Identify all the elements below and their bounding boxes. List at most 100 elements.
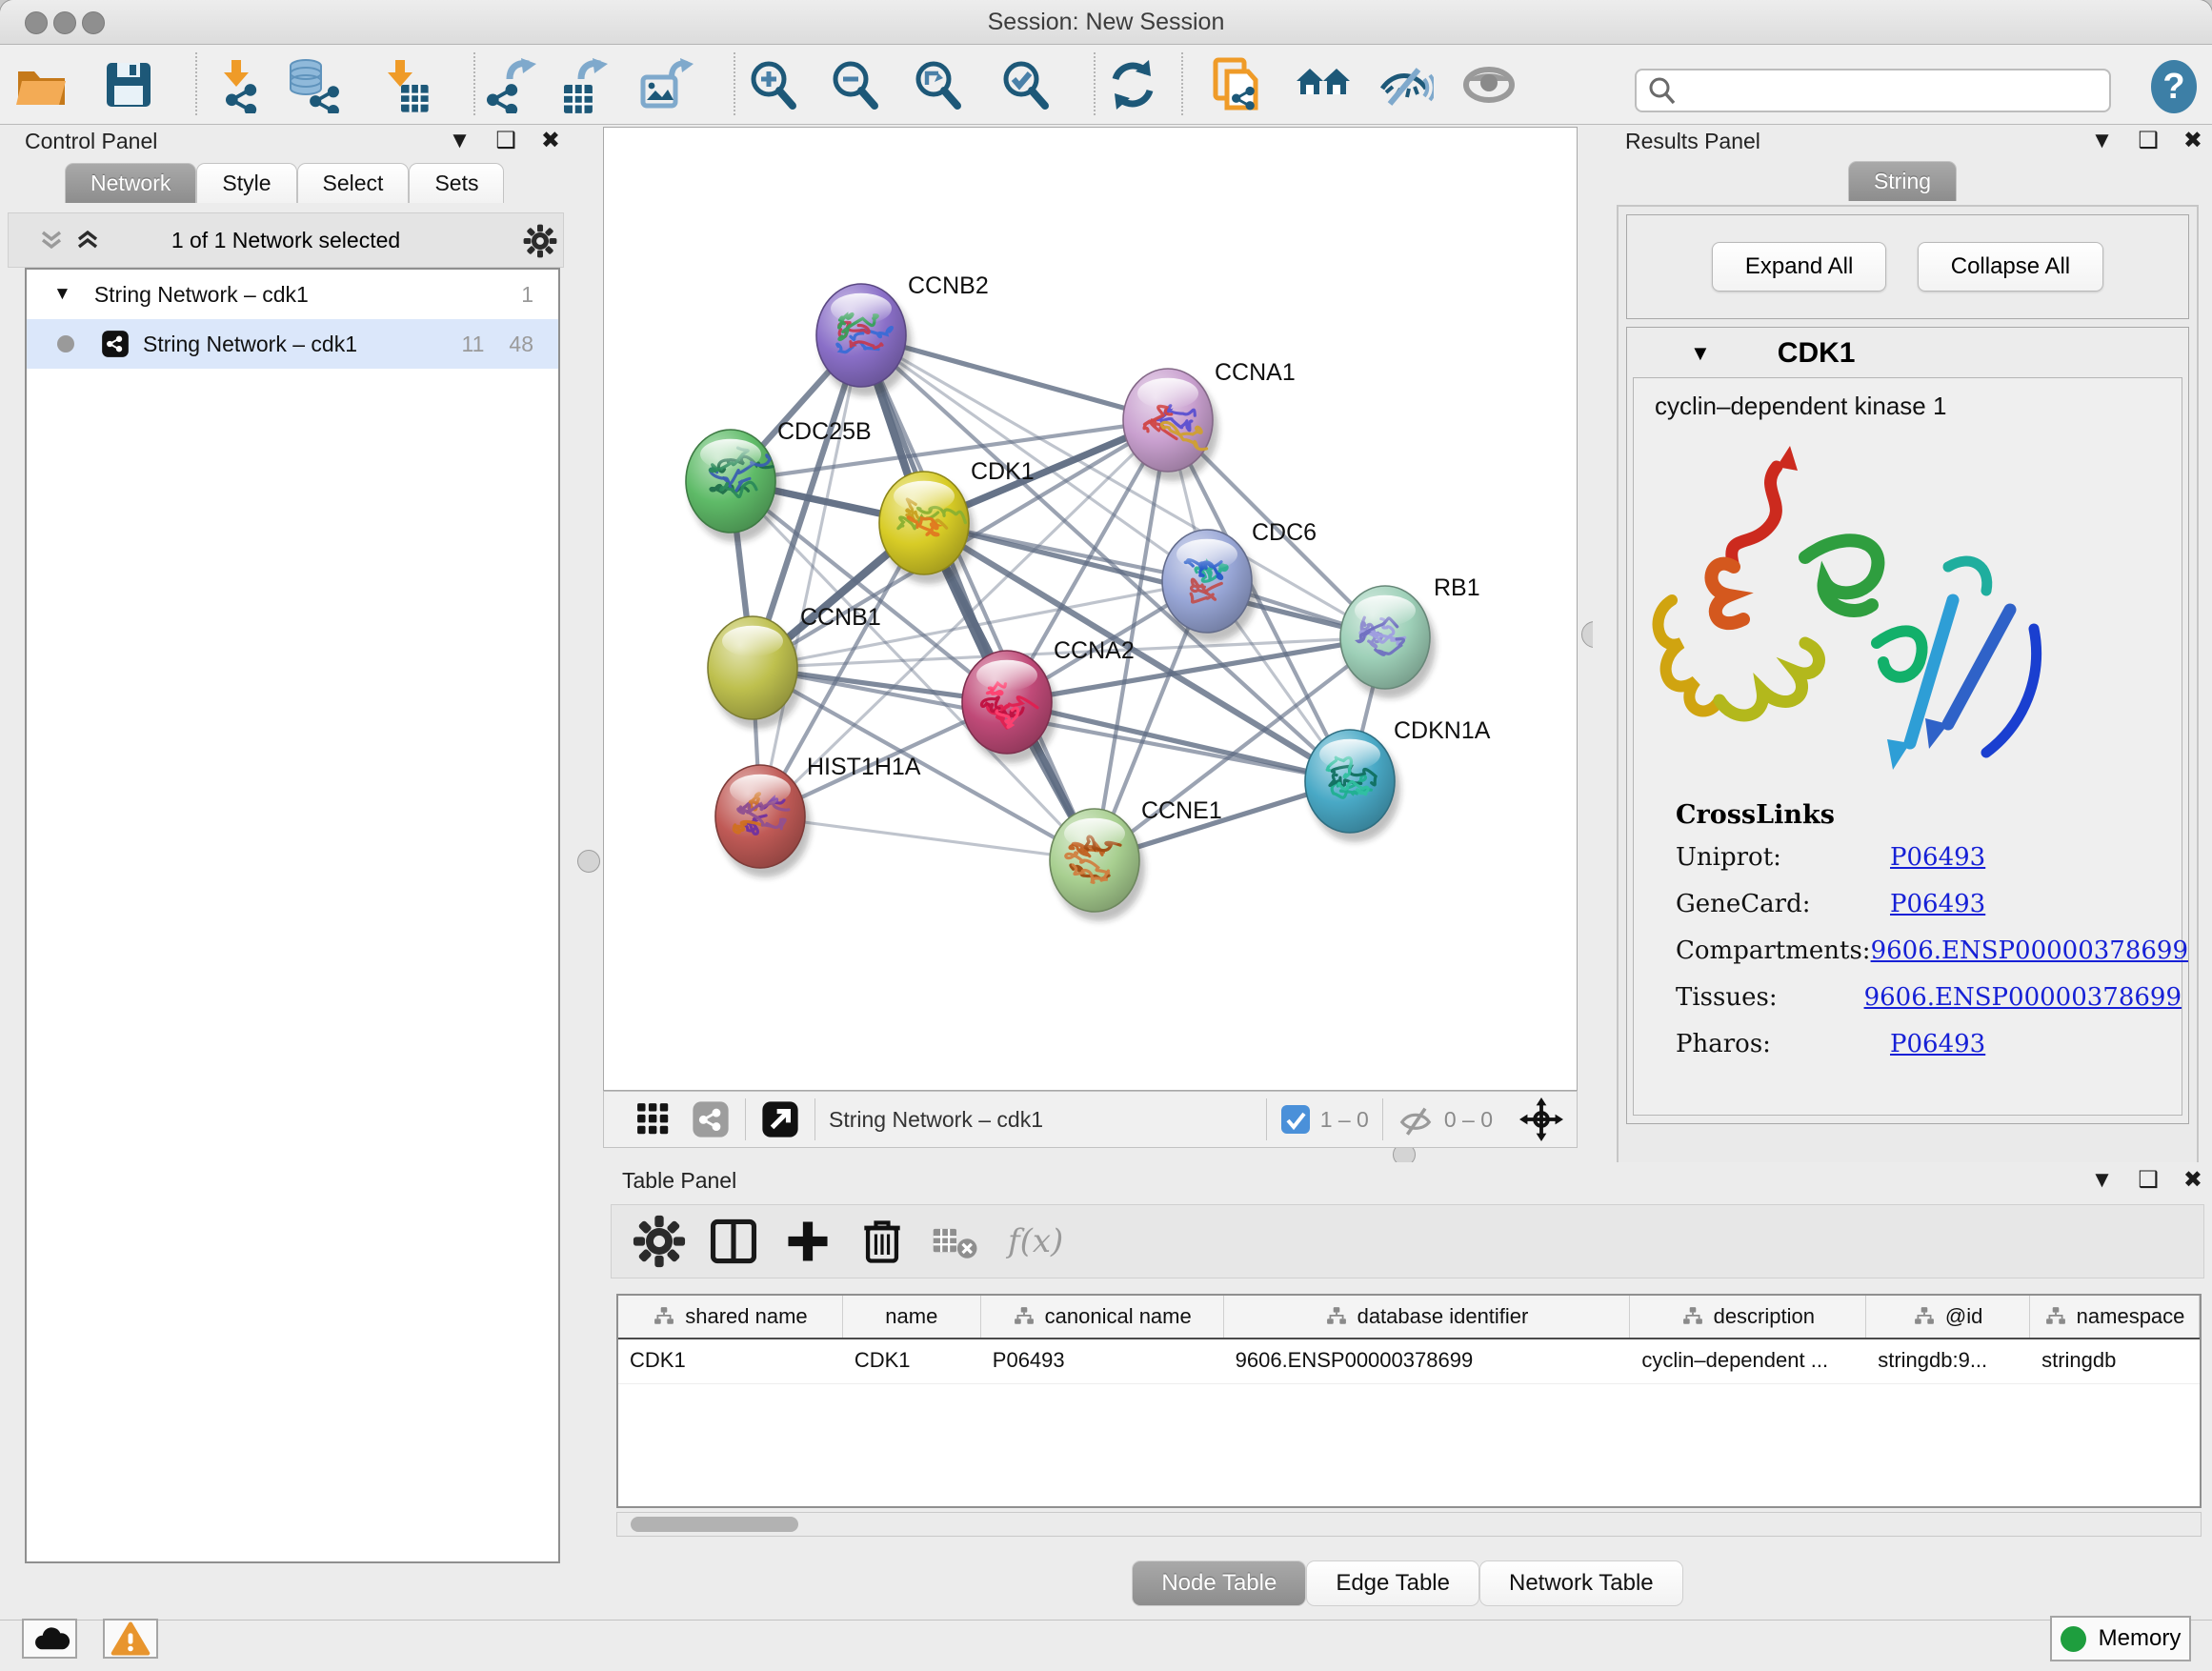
- table-cell[interactable]: cyclin–dependent ...: [1630, 1339, 1866, 1383]
- collapse-icon[interactable]: ▼: [2091, 128, 2114, 154]
- table-cell[interactable]: stringdb:9...: [1866, 1339, 2030, 1383]
- chevron-down-icon[interactable]: ▼: [53, 284, 71, 305]
- close-icon[interactable]: ✖: [541, 127, 560, 154]
- node-CDC25B[interactable]: [686, 430, 781, 542]
- share-network-icon[interactable]: [690, 1098, 732, 1140]
- column-header-database-identifier[interactable]: database identifier: [1224, 1296, 1631, 1338]
- node-CDKN1A[interactable]: [1305, 730, 1400, 842]
- network-selection-status: 1 of 1 Network selected: [9, 228, 563, 253]
- tab-network[interactable]: Network: [65, 163, 196, 203]
- import-network-database-icon[interactable]: [285, 56, 342, 113]
- zoom-fit-icon[interactable]: [910, 56, 967, 113]
- scrollbar-thumb[interactable]: [631, 1517, 798, 1532]
- crosslink-link[interactable]: P06493: [1890, 890, 1985, 918]
- import-network-icon[interactable]: [207, 56, 264, 113]
- add-column-icon[interactable]: [781, 1215, 835, 1268]
- network-tree: ▼String Network – cdk11String Network – …: [25, 268, 560, 1563]
- node-CDK1[interactable]: [879, 472, 975, 584]
- refresh-icon[interactable]: [1104, 56, 1161, 113]
- crosshair-icon[interactable]: [1519, 1097, 1563, 1141]
- hidden-eye-icon[interactable]: [1397, 1100, 1435, 1138]
- collapse-icon[interactable]: ▼: [449, 128, 472, 154]
- memory-label: Memory: [2099, 1625, 2182, 1652]
- gear-icon[interactable]: [633, 1215, 686, 1268]
- node-CCNB2[interactable]: [816, 284, 912, 396]
- column-header-description[interactable]: description: [1630, 1296, 1866, 1338]
- memory-status-dot: [2061, 1626, 2086, 1652]
- column-header-name[interactable]: name: [843, 1296, 981, 1338]
- network-tree-row[interactable]: ▼String Network – cdk11: [27, 270, 558, 319]
- zoom-in-icon[interactable]: [745, 56, 802, 113]
- float-icon[interactable]: ❑: [495, 127, 516, 154]
- control-splitter-handle[interactable]: [577, 850, 600, 873]
- node-CCNE1[interactable]: [1050, 809, 1145, 921]
- close-icon[interactable]: ✖: [2183, 127, 2202, 154]
- node-CCNA1[interactable]: [1123, 369, 1218, 481]
- crosslink-link[interactable]: 9606.ENSP00000378699: [1864, 983, 2182, 1012]
- tab-sets[interactable]: Sets: [409, 163, 504, 203]
- horizontal-scrollbar[interactable]: [616, 1512, 2202, 1537]
- crosslink-link[interactable]: P06493: [1890, 843, 1985, 872]
- tab-select[interactable]: Select: [297, 163, 410, 203]
- split-columns-icon[interactable]: [707, 1215, 760, 1268]
- table-cell[interactable]: stringdb: [2030, 1339, 2200, 1383]
- export-network-icon[interactable]: [483, 56, 540, 113]
- tab-string[interactable]: String: [1848, 161, 1957, 201]
- export-table-icon[interactable]: [554, 56, 612, 113]
- warning-icon[interactable]: [103, 1619, 158, 1659]
- help-icon[interactable]: ?: [2145, 58, 2202, 115]
- tab-network-table[interactable]: Network Table: [1479, 1560, 1683, 1606]
- node-RB1[interactable]: [1340, 586, 1436, 698]
- search-field-container: [1635, 69, 2111, 112]
- gear-icon[interactable]: [523, 224, 557, 258]
- delete-column-icon[interactable]: [855, 1215, 909, 1268]
- hide-selected-icon[interactable]: [1377, 56, 1434, 113]
- protein-structure-image: [1634, 438, 2182, 791]
- close-icon[interactable]: ✖: [2183, 1166, 2202, 1194]
- tab-node-table[interactable]: Node Table: [1132, 1560, 1306, 1606]
- column-header-namespace[interactable]: namespace: [2030, 1296, 2200, 1338]
- crosslink-label: Compartments:: [1676, 936, 1871, 965]
- result-entry-header[interactable]: ▼ CDK1: [1627, 328, 2188, 377]
- tab-style[interactable]: Style: [196, 163, 296, 203]
- table-cell[interactable]: P06493: [981, 1339, 1224, 1383]
- search-input[interactable]: [1677, 77, 2109, 104]
- svg-text:CDKN1A: CDKN1A: [1394, 717, 1491, 744]
- grid-icon[interactable]: [633, 1098, 674, 1140]
- open-session-icon[interactable]: [13, 56, 70, 113]
- status-bar: Memory: [0, 1620, 2212, 1671]
- import-table-icon[interactable]: [374, 56, 432, 113]
- table-cell[interactable]: CDK1: [843, 1339, 981, 1383]
- column-header-shared-name[interactable]: shared name: [618, 1296, 843, 1338]
- copy-network-view-icon[interactable]: [1208, 56, 1265, 113]
- show-all-icon[interactable]: [1460, 56, 1518, 113]
- collapse-icon[interactable]: ▼: [2091, 1167, 2114, 1194]
- selected-checkbox-icon[interactable]: [1280, 1104, 1311, 1135]
- crosslink-link[interactable]: 9606.ENSP00000378699: [1871, 936, 2188, 965]
- column-header-canonical-name[interactable]: canonical name: [981, 1296, 1224, 1338]
- cloud-icon[interactable]: [22, 1619, 77, 1659]
- memory-button[interactable]: Memory: [2050, 1616, 2191, 1661]
- first-neighbors-icon[interactable]: [1295, 56, 1352, 113]
- table-panel-tabs: Node TableEdge TableNetwork Table: [603, 1560, 2212, 1606]
- tab-edge-table[interactable]: Edge Table: [1306, 1560, 1479, 1606]
- column-header--id[interactable]: @id: [1866, 1296, 2030, 1338]
- table-cell[interactable]: CDK1: [618, 1339, 843, 1383]
- node-CCNA2[interactable]: [962, 651, 1057, 763]
- network-tree-row[interactable]: String Network – cdk11148: [27, 319, 558, 369]
- float-icon[interactable]: ❑: [2138, 1166, 2159, 1194]
- export-image-icon[interactable]: [637, 56, 694, 113]
- crosslink-link[interactable]: P06493: [1890, 1030, 1985, 1058]
- network-canvas[interactable]: CCNB2CCNA1CDC25BCDK1CDC6RB1CCNB1CCNA2CDK…: [603, 127, 1578, 1091]
- open-in-window-icon[interactable]: [759, 1098, 801, 1140]
- table-cell[interactable]: 9606.ENSP00000378699: [1224, 1339, 1631, 1383]
- zoom-selected-icon[interactable]: [997, 56, 1055, 113]
- float-icon[interactable]: ❑: [2138, 127, 2159, 154]
- table-panel-title: Table Panel: [622, 1168, 736, 1194]
- chevron-down-icon[interactable]: ▼: [1690, 341, 1711, 366]
- crosslink-row: Uniprot:P06493: [1676, 843, 2182, 872]
- save-session-icon[interactable]: [100, 56, 157, 113]
- zoom-out-icon[interactable]: [827, 56, 884, 113]
- collapse-all-button[interactable]: Collapse All: [1918, 242, 2103, 292]
- expand-all-button[interactable]: Expand All: [1712, 242, 1886, 292]
